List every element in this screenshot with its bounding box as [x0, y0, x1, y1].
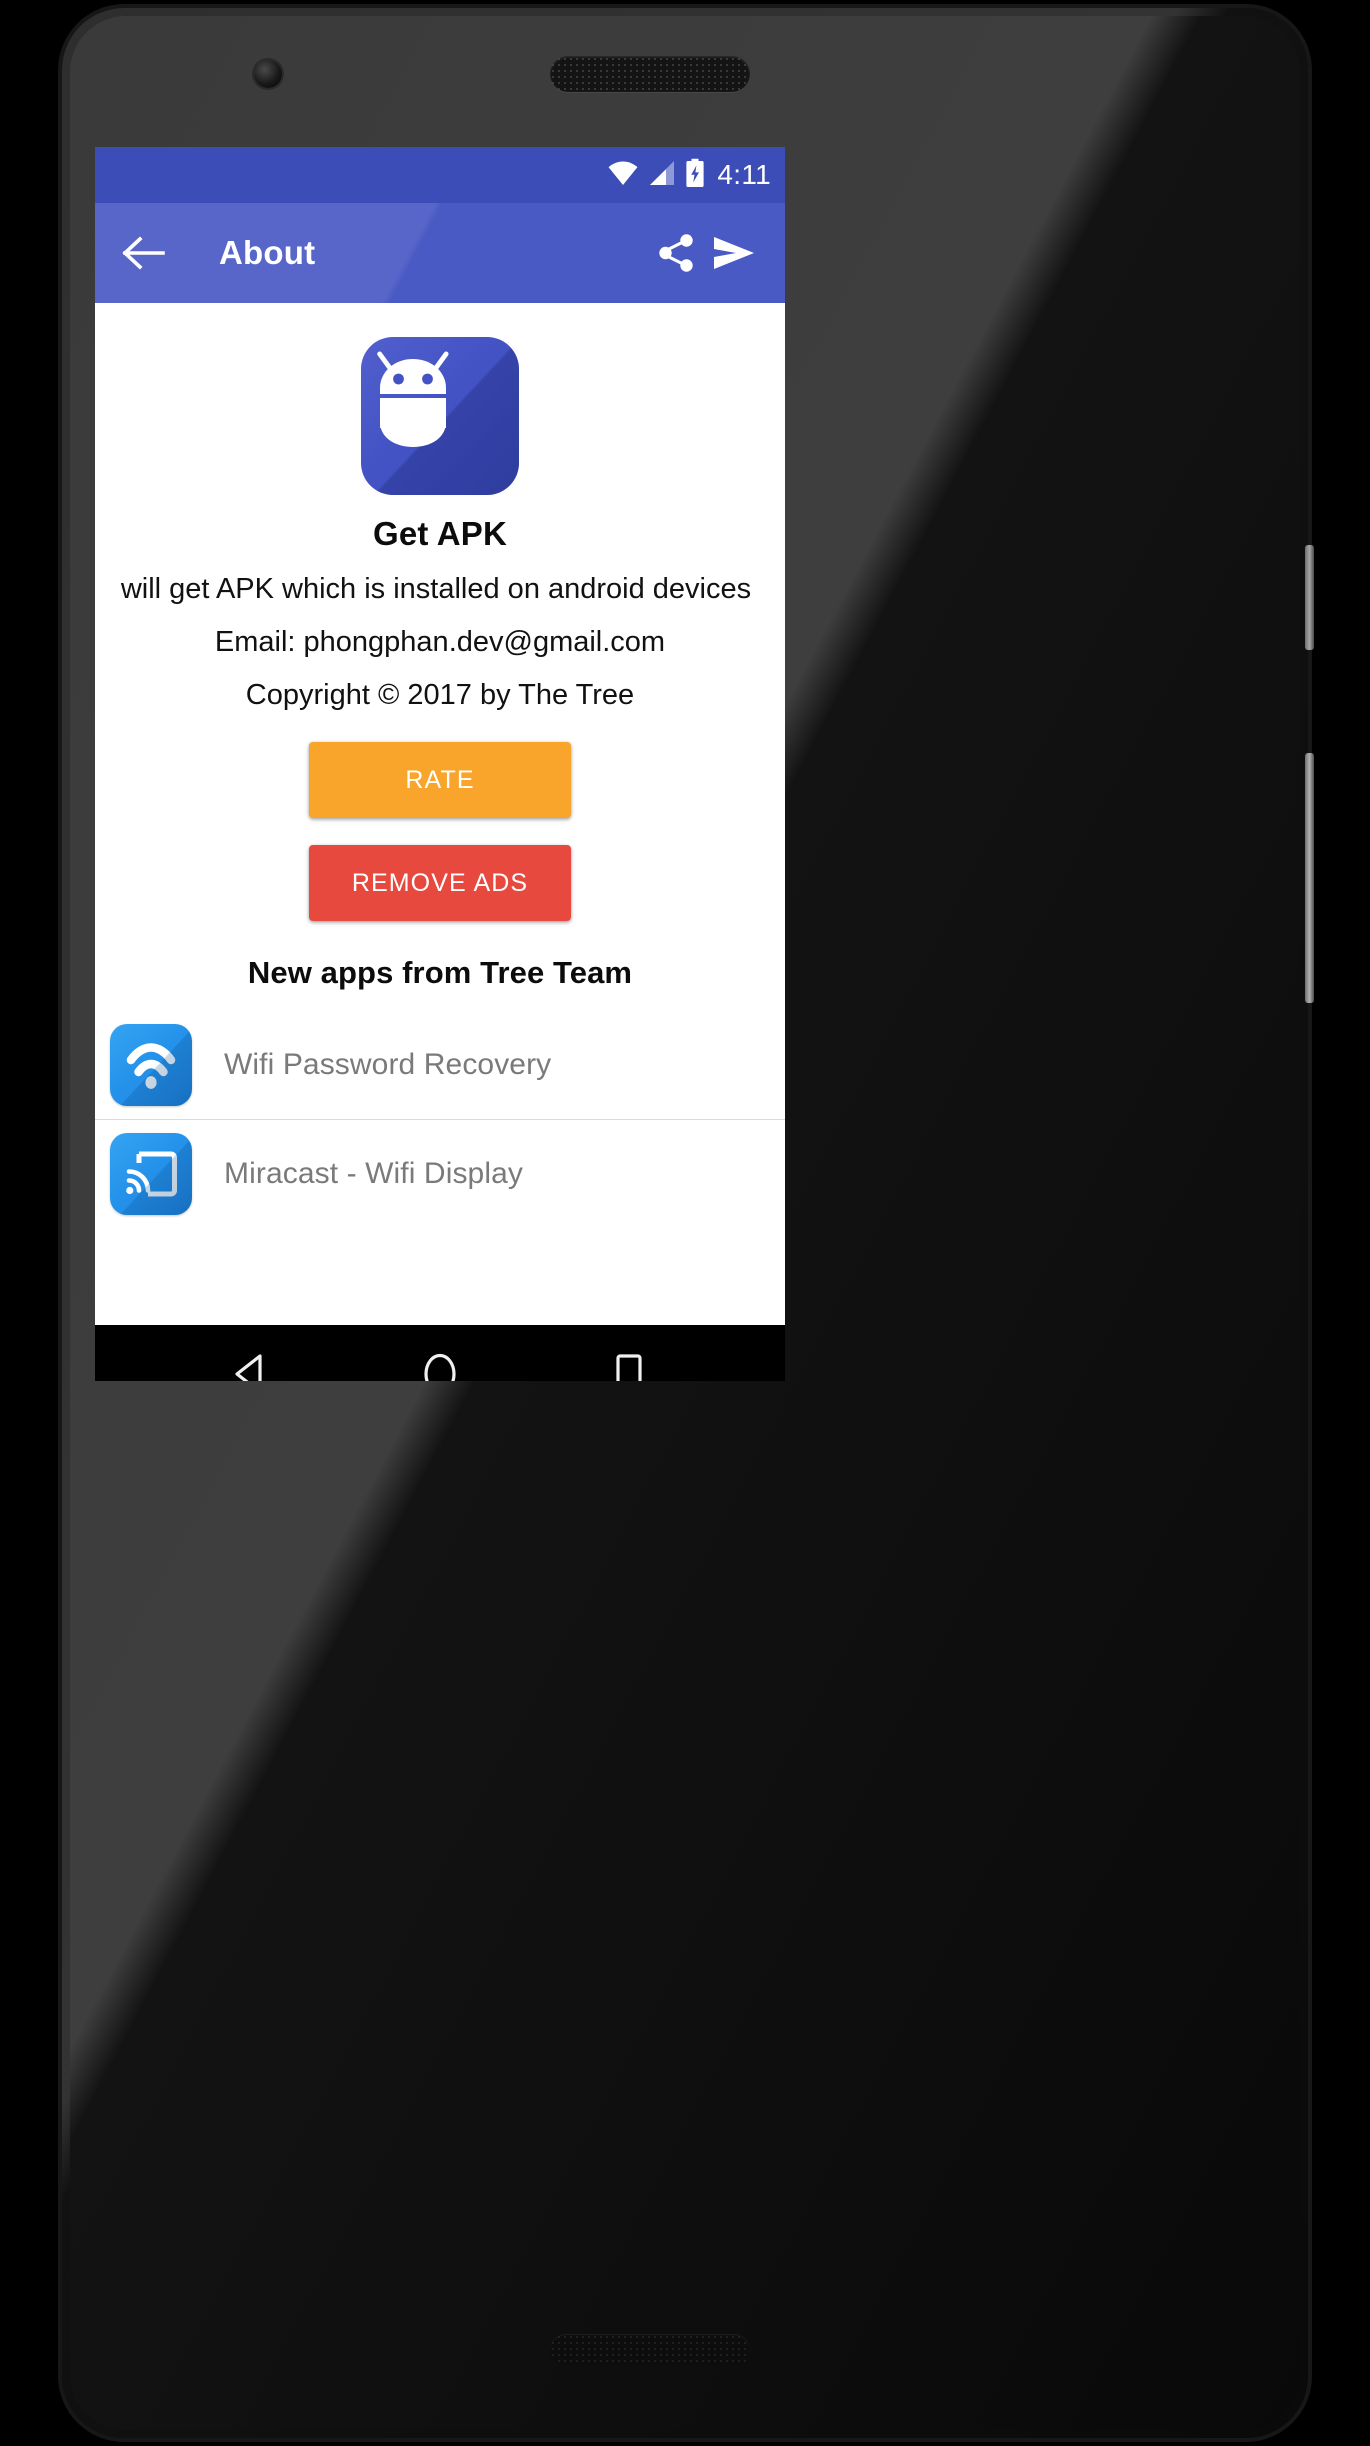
nav-home-circle-icon[interactable]	[392, 1326, 488, 1381]
wifi-icon	[607, 160, 639, 191]
app-logo-container	[95, 337, 785, 495]
nav-recents-square-icon[interactable]	[581, 1326, 677, 1381]
new-apps-heading: New apps from Tree Team	[247, 955, 633, 990]
app-description: will get APK which is installed on andro…	[120, 573, 752, 605]
nav-back-triangle-icon[interactable]	[203, 1326, 299, 1381]
rate-button[interactable]: RATE	[309, 742, 571, 818]
about-content: Get APK will get APK which is installed …	[95, 303, 785, 1325]
android-robot-icon	[361, 337, 519, 495]
wifi-signal-icon	[110, 1024, 192, 1106]
volume-rocker-button[interactable]	[1305, 753, 1314, 1003]
app-bar: About	[95, 203, 785, 359]
remove-ads-button[interactable]: REMOVE ADS	[309, 845, 571, 921]
cellular-signal-icon	[648, 160, 676, 191]
send-icon[interactable]	[705, 224, 763, 282]
back-arrow-icon[interactable]	[115, 224, 173, 282]
screen-cast-icon	[110, 1132, 192, 1215]
list-item-label: Miracast - Wifi Display	[224, 1156, 523, 1190]
app-name: Get APK	[372, 515, 508, 552]
phone-screen: 4:11 About Get APK will get APK which is…	[95, 147, 785, 1381]
icon-diagonal-shadow	[110, 1132, 192, 1215]
front-camera-icon	[254, 60, 282, 88]
new-apps-list: Wifi Password Recovery Miracast - Wifi D…	[95, 1011, 785, 1227]
list-item-label: Wifi Password Recovery	[224, 1048, 552, 1081]
developer-email: Email: phongphan.dev@gmail.com	[214, 626, 666, 658]
page-title: About	[219, 234, 316, 271]
power-button[interactable]	[1305, 545, 1314, 650]
earpiece-speaker-grille	[550, 56, 750, 92]
bottom-speaker-grille	[550, 2334, 750, 2366]
android-navigation-bar	[95, 1325, 785, 1381]
battery-charging-icon	[685, 158, 705, 193]
status-bar: 4:11	[95, 147, 785, 203]
icon-diagonal-shadow	[110, 1024, 192, 1106]
list-item[interactable]: Miracast - Wifi Display	[95, 1119, 785, 1227]
share-icon[interactable]	[647, 224, 705, 282]
list-item[interactable]: Wifi Password Recovery	[95, 1011, 785, 1119]
copyright-notice: Copyright © 2017 by The Tree	[245, 679, 635, 711]
status-bar-clock: 4:11	[717, 159, 771, 190]
